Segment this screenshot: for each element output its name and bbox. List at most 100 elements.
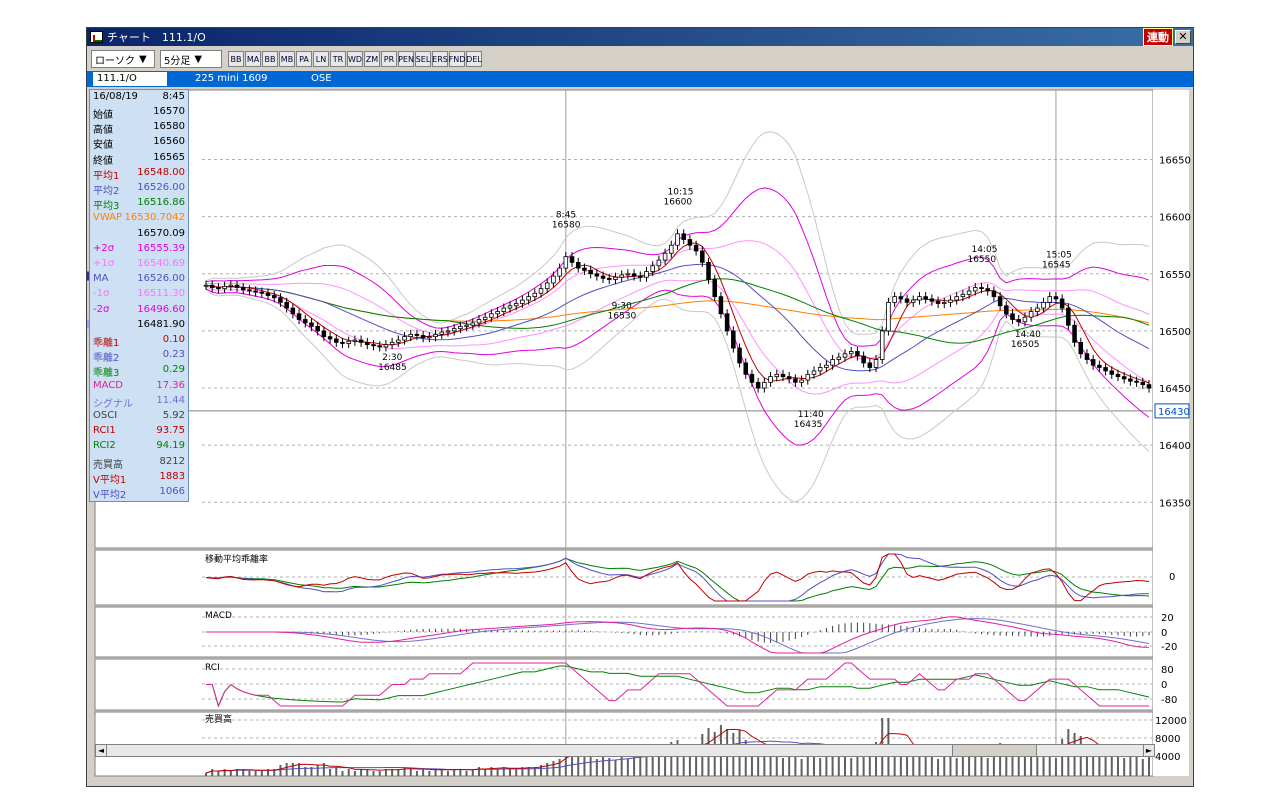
volume-tick-label: 4000 bbox=[1155, 752, 1180, 763]
tool-button-icon[interactable]: PA bbox=[296, 51, 312, 67]
candle-body bbox=[675, 233, 680, 246]
candle-body bbox=[1028, 311, 1034, 318]
tool-button-icon[interactable]: ZM bbox=[364, 51, 380, 67]
tool-button-icon[interactable]: DEL bbox=[466, 51, 482, 67]
rci-panel-title: RCI bbox=[205, 663, 220, 673]
horizontal-scrollbar[interactable]: ◄ ► bbox=[95, 744, 1155, 757]
data-row-label: 乖離2 bbox=[93, 353, 120, 365]
candle-body bbox=[588, 269, 593, 275]
tool-button-icon[interactable]: WD bbox=[347, 51, 363, 67]
candle-body bbox=[892, 296, 897, 303]
scroll-left-icon[interactable]: ◄ bbox=[96, 745, 107, 756]
data-row-label: MACD bbox=[93, 379, 123, 391]
data-row-label: 平均2 bbox=[93, 186, 120, 197]
candle-body bbox=[365, 341, 370, 346]
tool-button-icon[interactable]: MB bbox=[279, 51, 295, 67]
data-row: V平均2 1066 bbox=[93, 486, 185, 501]
candle-body bbox=[451, 328, 457, 332]
price-tick-label: 16600 bbox=[1159, 213, 1191, 224]
tool-button-icon[interactable]: ERS bbox=[432, 51, 448, 67]
data-row-label: 始値 bbox=[93, 110, 113, 121]
data-row-value: 1066 bbox=[159, 486, 185, 497]
data-panel: 16/08/19 8:45 始値 16570 高値 16580 安値 16560 終値 165… bbox=[89, 89, 189, 502]
data-row-label: 平均1 bbox=[93, 170, 120, 182]
candle-body bbox=[669, 244, 674, 254]
candle-body bbox=[309, 322, 314, 327]
link-button[interactable]: 連動 bbox=[1143, 28, 1173, 46]
title-bar[interactable]: チャート 111.1/O 連動 ✕ bbox=[87, 28, 1193, 46]
interval-select[interactable]: 5分足 ▼ bbox=[160, 50, 222, 68]
annotation-time: 9:30 bbox=[612, 302, 632, 312]
candle-body bbox=[1066, 307, 1071, 326]
data-row-value: 16580 bbox=[153, 121, 185, 133]
tool-button-icon[interactable]: PR bbox=[381, 51, 397, 67]
candle-body bbox=[1022, 316, 1028, 323]
candle-body bbox=[458, 325, 463, 330]
price-chart[interactable]: 16650 16600 16550 16500 16450 16400 16350 16430… bbox=[87, 88, 1193, 808]
candle-body bbox=[867, 362, 873, 368]
candle-body bbox=[551, 275, 556, 284]
candle-body bbox=[1084, 353, 1090, 360]
annotation-price: 16435 bbox=[794, 420, 823, 430]
candle-body bbox=[334, 338, 339, 343]
candle-body bbox=[1115, 373, 1121, 378]
candle-body bbox=[1097, 364, 1102, 368]
candle-body bbox=[873, 359, 879, 368]
candle-body bbox=[296, 313, 302, 320]
data-row-value: 16570.09 bbox=[137, 227, 185, 239]
data-row-label: シグナル bbox=[93, 398, 133, 410]
candle-body bbox=[774, 373, 780, 378]
chart-area[interactable]: 16650 16600 16550 16500 16450 16400 16350 16430… bbox=[87, 88, 1193, 808]
candle-body bbox=[594, 273, 600, 277]
chart-type-select[interactable]: ローソク ▼ bbox=[91, 50, 155, 68]
candle-body bbox=[973, 287, 978, 292]
candle-body bbox=[966, 290, 972, 295]
tool-button-icon[interactable]: BB bbox=[228, 51, 244, 67]
tool-button-icon[interactable]: LN bbox=[313, 51, 329, 67]
candle-body bbox=[259, 291, 265, 294]
candle-body bbox=[786, 376, 792, 380]
candle-body bbox=[600, 275, 606, 279]
candle-body bbox=[898, 296, 904, 300]
data-row: V平均1 1883 bbox=[93, 471, 185, 486]
scroll-right-icon[interactable]: ► bbox=[1143, 745, 1154, 756]
close-icon[interactable]: ✕ bbox=[1175, 30, 1191, 44]
candle-body bbox=[327, 336, 333, 340]
interval-value: 5分足 bbox=[164, 55, 191, 67]
price-tick-label: 16550 bbox=[1159, 270, 1191, 281]
tool-button-icon[interactable]: TR bbox=[330, 51, 346, 67]
data-row-label: 平均3 bbox=[93, 201, 120, 213]
data-row: +1σ 16540.69 bbox=[93, 258, 185, 273]
candle-body bbox=[1072, 324, 1077, 343]
data-row: 乖離1 0.10 bbox=[93, 334, 185, 349]
candle-body bbox=[979, 287, 984, 290]
candle-body bbox=[439, 331, 445, 335]
candle-body bbox=[817, 367, 823, 372]
candle-body bbox=[396, 339, 401, 343]
exchange-name: OSE bbox=[311, 73, 332, 84]
candle-body bbox=[805, 373, 811, 381]
data-row-label: 安値 bbox=[93, 140, 113, 152]
tool-button-icon[interactable]: SEL bbox=[415, 51, 431, 67]
candle-body bbox=[619, 274, 624, 278]
candle-body bbox=[1035, 307, 1040, 312]
candle-body bbox=[265, 292, 271, 296]
tool-button-icon[interactable]: BB bbox=[262, 51, 278, 67]
macd-tick-label: 0 bbox=[1161, 628, 1167, 639]
candle-body bbox=[563, 256, 569, 269]
data-row-value: 17.36 bbox=[156, 379, 185, 391]
data-row: RCI2 94.19 bbox=[93, 440, 185, 455]
data-row-value: 16496.60 bbox=[137, 303, 185, 315]
candle-body bbox=[377, 345, 382, 348]
candle-body bbox=[1146, 384, 1152, 389]
chevron-down-icon: ▼ bbox=[194, 53, 203, 65]
rci-tick-label: 80 bbox=[1161, 665, 1174, 676]
scroll-thumb[interactable] bbox=[952, 744, 1037, 757]
chevron-down-icon: ▼ bbox=[139, 53, 147, 65]
tool-button-icon[interactable]: PEN bbox=[398, 51, 414, 67]
candle-body bbox=[371, 344, 376, 347]
candle-body bbox=[737, 347, 742, 364]
tool-button-icon[interactable]: MA bbox=[245, 51, 261, 67]
symbol-field[interactable]: 111.1/O bbox=[93, 72, 167, 86]
tool-button-icon[interactable]: FND bbox=[449, 51, 465, 67]
